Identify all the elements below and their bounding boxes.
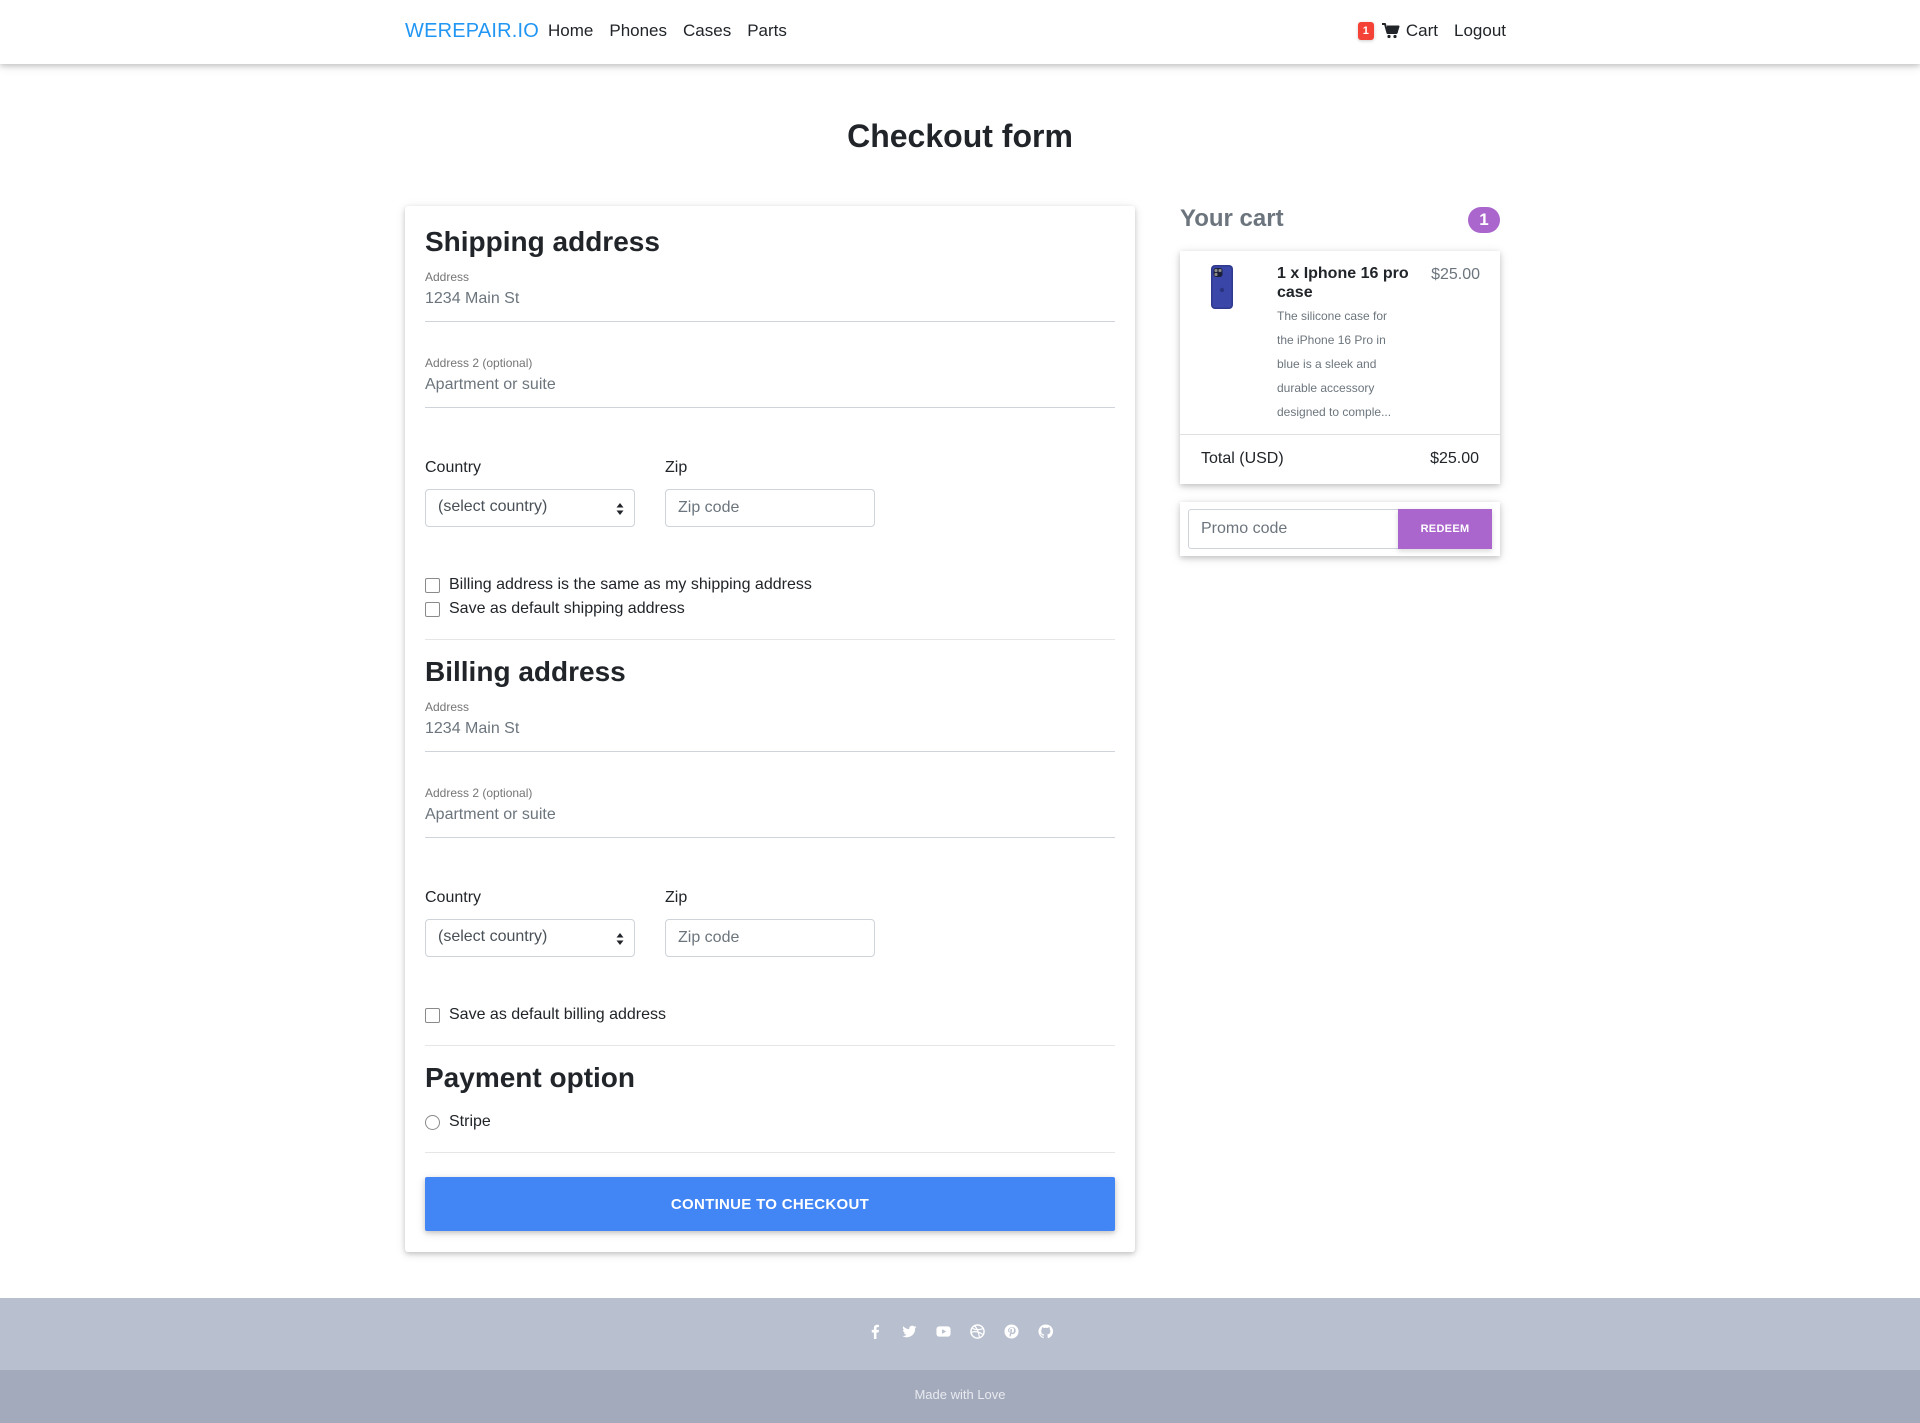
billing-address2-field: Address 2 (optional) xyxy=(425,786,1115,838)
youtube-icon[interactable] xyxy=(935,1324,951,1339)
billing-address2-label: Address 2 (optional) xyxy=(425,786,533,800)
save-shipping-checkbox-row[interactable]: Save as default shipping address xyxy=(425,600,685,618)
nav-link-phones[interactable]: Phones xyxy=(609,21,667,41)
nav-link-cart[interactable]: Cart xyxy=(1406,21,1438,41)
github-icon[interactable] xyxy=(1037,1324,1053,1339)
checkout-form-card: Shipping address Address Address 2 (opti… xyxy=(405,206,1135,1252)
promo-code-input[interactable] xyxy=(1188,509,1400,549)
twitter-icon[interactable] xyxy=(901,1324,917,1339)
continue-to-checkout-button[interactable]: CONTINUE TO CHECKOUT xyxy=(425,1177,1115,1231)
facebook-icon[interactable] xyxy=(868,1324,883,1339)
brand-logo[interactable]: WEREPAIR.IO xyxy=(405,20,539,43)
cart-item-title: 1 x Iphone 16 pro case xyxy=(1277,265,1409,301)
shipping-zip-input[interactable] xyxy=(665,489,875,527)
payment-section-title: Payment option xyxy=(425,1062,636,1093)
billing-country-select[interactable]: (select country) xyxy=(425,919,635,957)
redeem-button[interactable]: REDEEM xyxy=(1398,509,1492,549)
cart-count-badge: 1 xyxy=(1357,22,1374,40)
shipping-address2-field: Address 2 (optional) xyxy=(425,356,1115,408)
billing-address-input[interactable] xyxy=(425,716,1115,742)
cart-item: 1 x Iphone 16 pro case The silicone case… xyxy=(1180,251,1500,435)
billing-address-field: Address xyxy=(425,700,1115,752)
shopping-cart-icon[interactable] xyxy=(1381,23,1400,39)
cart-total-value: $25.00 xyxy=(1430,450,1479,467)
shipping-address-input[interactable] xyxy=(425,286,1115,312)
navbar: WEREPAIR.IO Home Phones Cases Parts 1 Ca… xyxy=(0,0,1920,64)
section-divider xyxy=(425,1152,1115,1153)
nav-link-home[interactable]: Home xyxy=(548,21,593,41)
save-billing-label: Save as default billing address xyxy=(449,1006,667,1023)
billing-section-title: Billing address xyxy=(425,656,626,687)
nav-right: 1 Cart Logout xyxy=(1357,21,1506,41)
select-arrows-icon xyxy=(616,933,624,945)
shipping-address-field: Address xyxy=(425,270,1115,322)
save-billing-checkbox-row[interactable]: Save as default billing address xyxy=(425,1006,666,1024)
shipping-address-label: Address xyxy=(425,270,470,284)
same-billing-label: Billing address is the same as my shippi… xyxy=(449,576,812,593)
shipping-zip-label: Zip xyxy=(665,459,688,476)
product-thumbnail-phone-case xyxy=(1211,265,1233,309)
billing-zip-input[interactable] xyxy=(665,919,875,957)
same-billing-checkbox-row[interactable]: Billing address is the same as my shippi… xyxy=(425,576,812,594)
stripe-radio[interactable] xyxy=(425,1114,440,1130)
cart-count-pill: 1 xyxy=(1468,207,1500,233)
nav-link-logout[interactable]: Logout xyxy=(1454,21,1506,41)
dribbble-icon[interactable] xyxy=(969,1324,985,1339)
shipping-country-label: Country xyxy=(425,459,482,476)
billing-address-label: Address xyxy=(425,700,470,714)
cart-list: 1 x Iphone 16 pro case The silicone case… xyxy=(1180,251,1500,484)
page-title: Checkout form xyxy=(847,118,1073,154)
nav-link-cases[interactable]: Cases xyxy=(683,21,731,41)
footer-social xyxy=(0,1298,1920,1370)
stripe-label: Stripe xyxy=(449,1113,491,1130)
cart-total-label: Total (USD) xyxy=(1201,450,1284,467)
shipping-address2-label: Address 2 (optional) xyxy=(425,356,533,370)
save-shipping-label: Save as default shipping address xyxy=(449,600,685,617)
shipping-address2-input[interactable] xyxy=(425,372,1115,398)
save-billing-checkbox[interactable] xyxy=(425,1007,440,1023)
same-billing-checkbox[interactable] xyxy=(425,577,440,593)
billing-country-value: (select country) xyxy=(438,928,548,945)
section-divider xyxy=(425,1045,1115,1046)
nav-link-parts[interactable]: Parts xyxy=(747,21,787,41)
billing-country-label: Country xyxy=(425,889,482,906)
shipping-country-select[interactable]: (select country) xyxy=(425,489,635,527)
pinterest-icon[interactable] xyxy=(1003,1324,1019,1339)
promo-code-form: REDEEM xyxy=(1180,502,1500,556)
footer-text: Made with Love xyxy=(914,1387,1006,1402)
social-icons-row xyxy=(0,1324,1920,1339)
shipping-section-title: Shipping address xyxy=(425,226,660,257)
checkout-form-body: Shipping address Address Address 2 (opti… xyxy=(425,206,1115,1252)
select-arrows-icon xyxy=(616,503,624,515)
payment-option-stripe-row[interactable]: Stripe xyxy=(425,1113,491,1131)
cart-item-price: $25.00 xyxy=(1431,266,1480,283)
save-shipping-checkbox[interactable] xyxy=(425,601,440,617)
shipping-country-value: (select country) xyxy=(438,498,548,515)
section-divider xyxy=(425,639,1115,640)
billing-zip-label: Zip xyxy=(665,889,688,906)
billing-address2-input[interactable] xyxy=(425,802,1115,828)
nav-links: Home Phones Cases Parts xyxy=(548,21,787,41)
cart-item-description: The silicone case for the iPhone 16 Pro … xyxy=(1277,309,1392,419)
footer-copyright: Made with Love xyxy=(0,1370,1920,1423)
cart-heading: Your cart xyxy=(1180,205,1284,232)
